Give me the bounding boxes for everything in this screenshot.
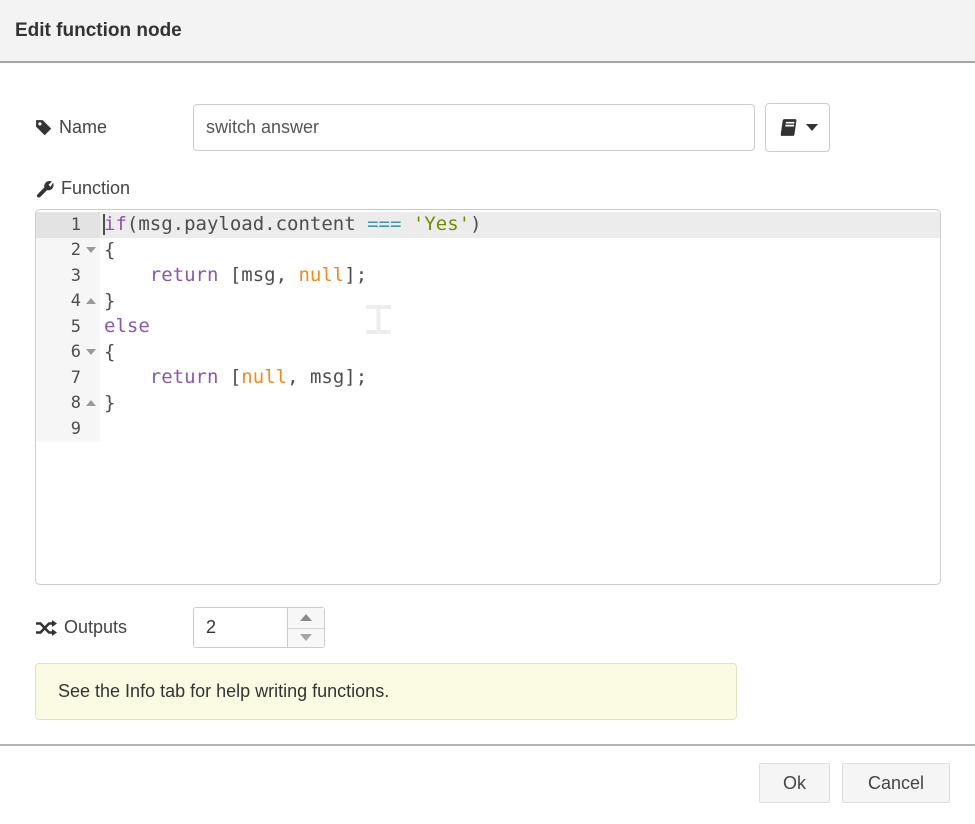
caret-down-icon (300, 634, 312, 641)
line-number: 1 (36, 215, 81, 235)
shuffle-icon (35, 619, 57, 636)
code-editor[interactable]: 1if(msg.payload.content === 'Yes')2{3 re… (35, 209, 941, 585)
code-token: [msg, (218, 264, 298, 286)
code-token: } (104, 392, 115, 414)
fold-open-icon[interactable] (86, 247, 96, 253)
fold-end-icon[interactable] (86, 298, 96, 304)
gutter-cell[interactable]: 5 (36, 314, 100, 340)
fold-slot[interactable] (81, 400, 100, 406)
gutter-cell[interactable]: 8 (36, 391, 100, 417)
outputs-label-text: Outputs (64, 617, 127, 638)
code-token: === (367, 213, 401, 235)
code-text[interactable]: } (100, 289, 940, 315)
info-tip: See the Info tab for help writing functi… (35, 663, 737, 720)
fold-end-icon[interactable] (86, 400, 96, 406)
tag-icon (35, 119, 52, 136)
code-text[interactable]: return [msg, null]; (100, 263, 940, 289)
fold-slot[interactable] (81, 349, 100, 355)
code-line[interactable]: 1 if(msg.payload.content === 'Yes') (36, 212, 940, 238)
fold-slot[interactable] (81, 247, 100, 253)
name-label: Name (35, 104, 107, 151)
code-token: 'Yes' (413, 213, 470, 235)
dialog-title: Edit function node (15, 0, 182, 61)
code-token: null (298, 264, 344, 286)
code-token: , msg]; (287, 366, 367, 388)
code-token: return (150, 264, 219, 286)
fold-open-icon[interactable] (86, 349, 96, 355)
code-text[interactable]: } (100, 391, 940, 417)
code-token (104, 366, 150, 388)
name-label-text: Name (59, 117, 107, 138)
name-input[interactable] (193, 104, 755, 151)
line-number: 7 (36, 368, 81, 388)
wrench-icon (35, 179, 54, 198)
line-number: 3 (36, 266, 81, 286)
code-token (401, 213, 412, 235)
gutter-cell[interactable]: 9 (36, 416, 100, 442)
dialog-header: Edit function node (0, 0, 975, 63)
book-icon (778, 117, 799, 138)
code-token: if (104, 213, 127, 235)
ibeam-cursor (364, 304, 394, 335)
line-number: 2 (36, 240, 81, 260)
code-token: ]; (344, 264, 367, 286)
code-token: null (241, 366, 287, 388)
code-text[interactable]: if(msg.payload.content === 'Yes') (100, 212, 940, 238)
gutter-cell[interactable]: 7 (36, 365, 100, 391)
line-number: 6 (36, 342, 81, 362)
function-label-text: Function (61, 178, 130, 199)
line-number: 8 (36, 393, 81, 413)
code-token: (msg.payload.content (127, 213, 367, 235)
code-token: [ (218, 366, 241, 388)
outputs-label: Outputs (35, 607, 127, 648)
code-line[interactable]: 2{ (36, 238, 940, 264)
code-token: else (104, 315, 150, 337)
code-line[interactable]: 3 return [msg, null]; (36, 263, 940, 289)
cancel-button[interactable]: Cancel (842, 763, 950, 803)
code-text[interactable]: { (100, 238, 940, 264)
caret-down-icon (806, 124, 818, 131)
spinner-up-button[interactable] (288, 608, 324, 628)
code-line[interactable]: 7 return [null, msg]; (36, 365, 940, 391)
code-text[interactable]: else (100, 314, 940, 340)
code-token: { (104, 341, 115, 363)
code-token: { (104, 239, 115, 261)
code-line[interactable]: 4} (36, 289, 940, 315)
code-text[interactable]: return [null, msg]; (100, 365, 940, 391)
spinner-down-button[interactable] (288, 628, 324, 648)
code-line[interactable]: 8} (36, 391, 940, 417)
code-text[interactable] (100, 416, 940, 442)
gutter-cell[interactable]: 6 (36, 340, 100, 366)
code-line[interactable]: 5 else (36, 314, 940, 340)
function-label: Function (35, 176, 130, 201)
gutter-cell[interactable]: 2 (36, 238, 100, 264)
gutter-cell[interactable]: 3 (36, 263, 100, 289)
code-token (104, 264, 150, 286)
gutter-cell[interactable]: 4 (36, 289, 100, 315)
info-tip-text: See the Info tab for help writing functi… (36, 681, 389, 702)
code-token: } (104, 290, 115, 312)
outputs-spinner (193, 607, 325, 648)
fold-slot[interactable] (81, 298, 100, 304)
line-number: 4 (36, 291, 81, 311)
caret-up-icon (300, 614, 312, 621)
gutter-cell[interactable]: 1 (36, 212, 100, 238)
code-text[interactable]: { (100, 340, 940, 366)
code-line[interactable]: 9 (36, 416, 940, 442)
line-number: 9 (36, 419, 81, 439)
text-caret (103, 214, 105, 235)
line-number: 5 (36, 317, 81, 337)
ok-button[interactable]: Ok (759, 763, 830, 803)
spinner-buttons (287, 608, 324, 647)
code-token: return (150, 366, 219, 388)
library-button[interactable] (765, 103, 830, 152)
code-line[interactable]: 6{ (36, 340, 940, 366)
outputs-input[interactable] (194, 608, 286, 647)
code-token: ) (470, 213, 481, 235)
footer-divider (0, 744, 975, 746)
